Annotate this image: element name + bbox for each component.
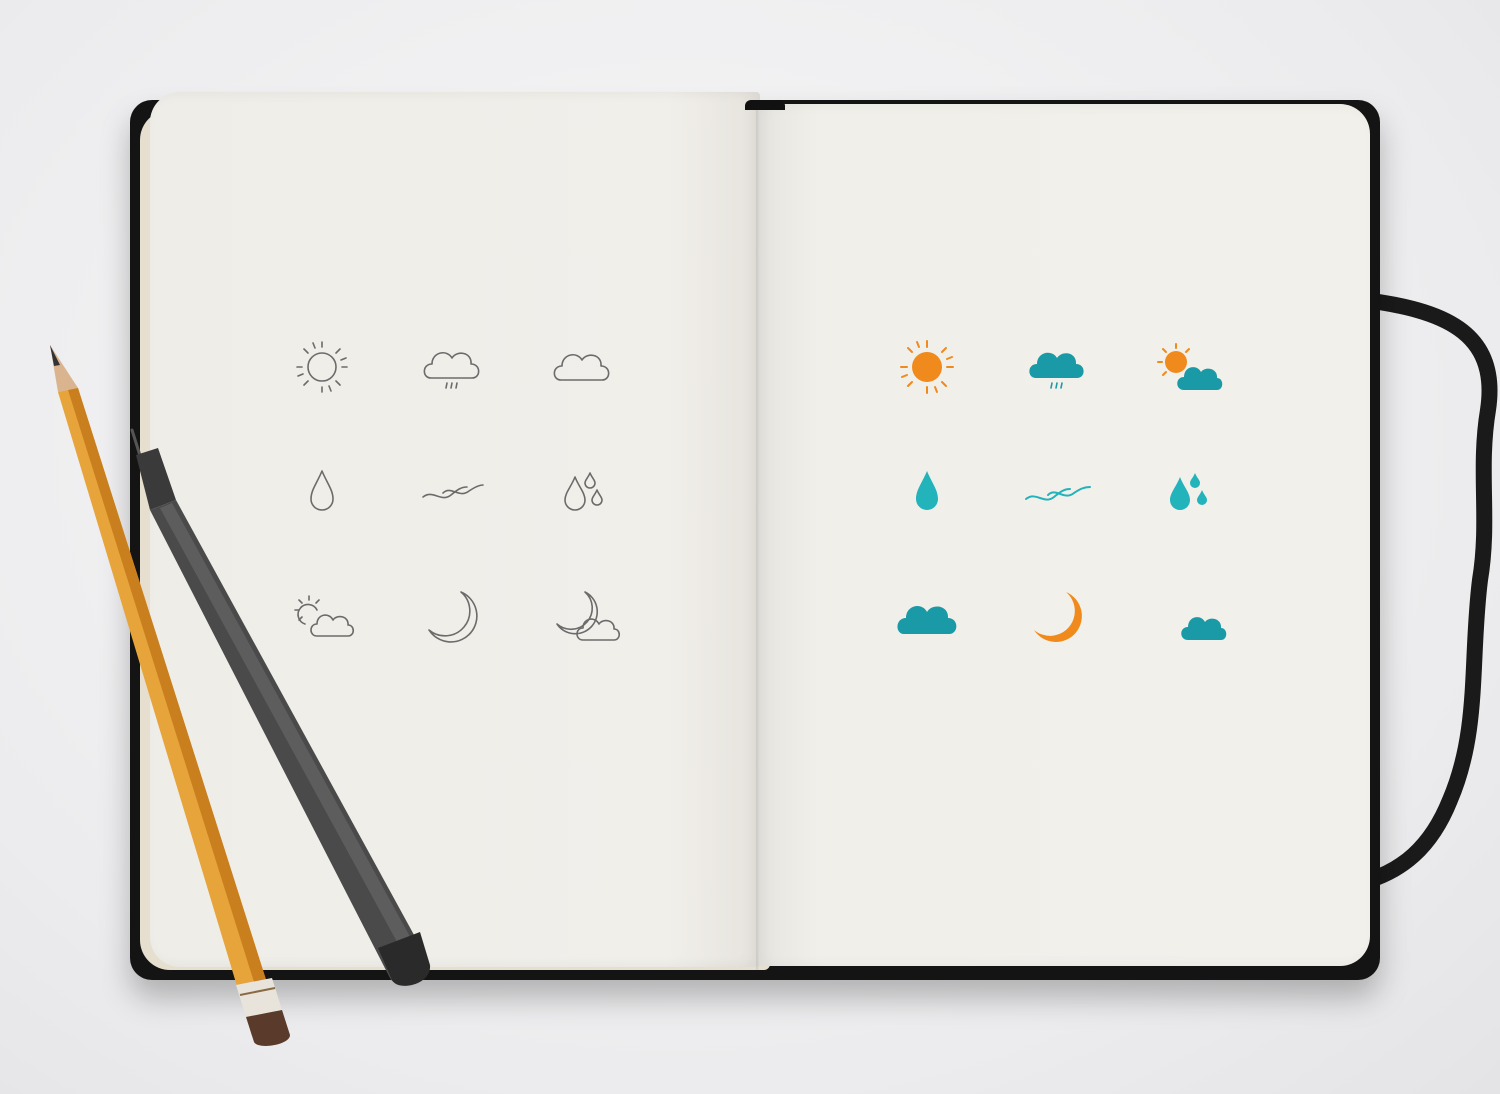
drawing-tools [50, 345, 431, 1046]
notebook-scene [0, 0, 1500, 1094]
